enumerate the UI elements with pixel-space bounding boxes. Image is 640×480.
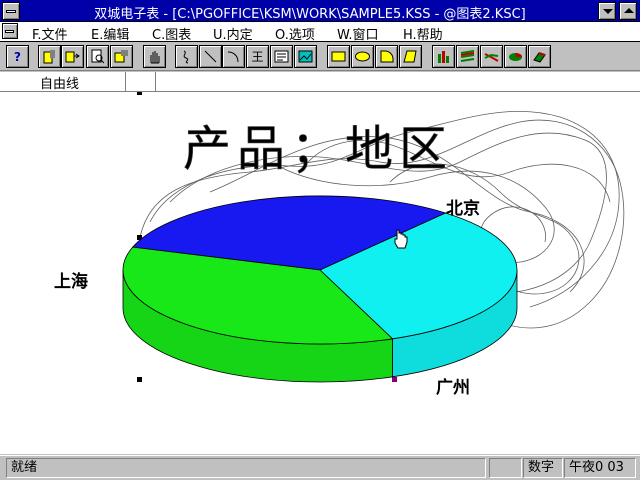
chart-canvas[interactable]: 产品；地区 上海 北京 广州 bbox=[0, 92, 640, 454]
line-chart-button[interactable] bbox=[480, 45, 503, 68]
chart-title: 产品；地区 bbox=[183, 121, 453, 177]
chart-svg[interactable]: 产品；地区 上海 北京 广州 bbox=[0, 92, 640, 454]
help-icon: ? bbox=[14, 49, 21, 64]
maximize-button[interactable] bbox=[619, 2, 637, 20]
pie-label-shanghai: 上海 bbox=[54, 271, 88, 292]
object-name-label: 自由线 bbox=[40, 77, 80, 92]
pie-chart-icon bbox=[509, 53, 522, 61]
print-preview-button[interactable] bbox=[86, 45, 109, 68]
menu-window[interactable]: W.窗口 bbox=[337, 24, 379, 43]
menu-options[interactable]: O.选项 bbox=[275, 24, 315, 43]
system-menu-button[interactable] bbox=[2, 2, 20, 20]
menu-default[interactable]: U.内定 bbox=[213, 24, 253, 43]
menu-file[interactable]: F.文件 bbox=[32, 24, 68, 43]
textbox-tool-button[interactable] bbox=[270, 45, 293, 68]
pie-chart-button[interactable] bbox=[504, 45, 527, 68]
handle-bottom-center[interactable] bbox=[392, 377, 397, 382]
line-tool-button[interactable] bbox=[199, 45, 222, 68]
ellipse-tool-button[interactable] bbox=[351, 45, 374, 68]
polygon-tool-button[interactable] bbox=[399, 45, 422, 68]
title-bar[interactable]: 双城电子表 - [C:\PGOFFICE\KSM\WORK\SAMPLE5.KS… bbox=[0, 0, 640, 22]
toolbar: ? 王 bbox=[0, 43, 640, 71]
polygon-icon bbox=[403, 50, 417, 63]
status-bar: 就绪 数字 午夜0 03 bbox=[0, 455, 640, 480]
menu-edit[interactable]: E.编辑 bbox=[91, 24, 129, 43]
stacked-chart-icon bbox=[460, 50, 475, 62]
export-icon bbox=[114, 50, 128, 63]
menu-help[interactable]: H.帮助 bbox=[403, 24, 443, 43]
pie-label-guangzhou: 广州 bbox=[436, 377, 470, 398]
ellipse-icon bbox=[355, 51, 370, 62]
handle-top-left[interactable] bbox=[137, 92, 142, 95]
sector-tool-button[interactable] bbox=[375, 45, 398, 68]
save-file-icon bbox=[65, 51, 80, 63]
3d-chart-button[interactable] bbox=[528, 45, 551, 68]
rectangle-icon bbox=[331, 51, 346, 62]
image-tool-button[interactable] bbox=[294, 45, 317, 68]
bar-chart-icon bbox=[438, 51, 449, 63]
open-file-icon bbox=[43, 50, 55, 64]
3d-chart-icon bbox=[533, 52, 546, 63]
line-chart-icon bbox=[484, 53, 499, 62]
rectangle-tool-button[interactable] bbox=[327, 45, 350, 68]
window-title: 双城电子表 - [C:\PGOFFICE\KSM\WORK\SAMPLE5.KS… bbox=[94, 7, 526, 22]
arc-tool-button[interactable] bbox=[222, 45, 245, 68]
hand-tool-button[interactable] bbox=[143, 45, 166, 68]
text-tool-button[interactable]: 王 bbox=[246, 45, 269, 68]
status-time: 午夜0 03 bbox=[564, 458, 636, 478]
save-button[interactable] bbox=[61, 45, 84, 68]
sector-icon bbox=[380, 50, 394, 63]
status-mode: 数字 bbox=[523, 458, 563, 478]
object-name-spacer bbox=[126, 72, 156, 91]
status-message: 就绪 bbox=[6, 458, 486, 478]
freeline-tool-button[interactable] bbox=[175, 45, 198, 68]
object-name-bar: 自由线 bbox=[0, 72, 640, 92]
open-button[interactable] bbox=[38, 45, 61, 68]
textbox-icon bbox=[274, 50, 289, 63]
pie-chart[interactable] bbox=[122, 195, 518, 383]
help-button[interactable]: ? bbox=[6, 45, 29, 68]
bar-chart-button[interactable] bbox=[432, 45, 455, 68]
menu-bar: F.文件 E.编辑 C.图表 U.内定 O.选项 W.窗口 H.帮助 bbox=[0, 22, 640, 43]
hand-icon bbox=[150, 51, 160, 64]
freehand-icon bbox=[183, 50, 189, 64]
document-menu-button[interactable] bbox=[2, 23, 18, 39]
status-blank bbox=[489, 458, 522, 478]
pie-label-beijing: 北京 bbox=[446, 198, 480, 219]
minimize-icon bbox=[603, 9, 613, 14]
menu-chart[interactable]: C.图表 bbox=[152, 24, 191, 43]
handle-bottom-left[interactable] bbox=[137, 377, 142, 382]
text-icon: 王 bbox=[251, 50, 264, 64]
line-icon bbox=[204, 50, 217, 63]
preview-icon bbox=[91, 49, 105, 64]
minimize-button[interactable] bbox=[598, 2, 616, 20]
export-button[interactable] bbox=[110, 45, 133, 68]
arc-icon bbox=[227, 51, 239, 63]
stacked-chart-button[interactable] bbox=[456, 45, 479, 68]
maximize-icon bbox=[624, 8, 634, 13]
image-icon bbox=[298, 50, 313, 63]
